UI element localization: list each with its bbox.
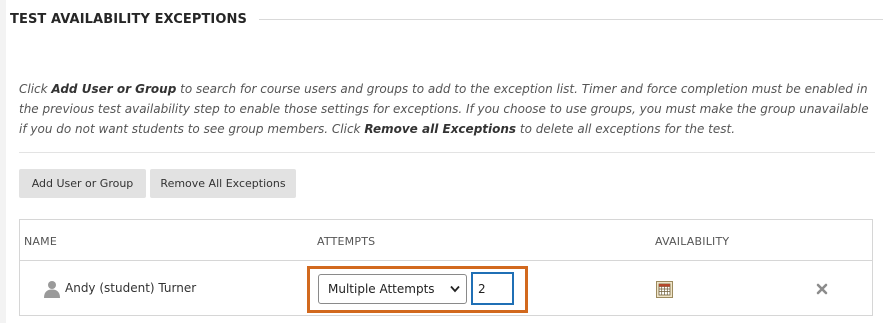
column-header-name: NAME [24,235,57,248]
attempts-count-input[interactable] [471,272,514,305]
remove-all-exceptions-button[interactable]: Remove All Exceptions [150,169,296,198]
exceptions-table: NAME ATTEMPTS AVAILABILITY Andy (student… [19,219,873,316]
attempts-type-value: Multiple Attempts [328,282,435,296]
column-header-attempts: ATTEMPTS [317,235,376,248]
section-title: TEST AVAILABILITY EXCEPTIONS [10,11,247,27]
column-header-availability: AVAILABILITY [655,235,730,248]
section-header: TEST AVAILABILITY EXCEPTIONS [10,9,883,29]
section-divider [258,18,883,20]
divider [19,152,875,153]
attempts-type-select[interactable]: Multiple Attempts [318,274,467,304]
left-gutter [0,0,6,323]
calendar-icon[interactable] [656,281,673,298]
user-name: Andy (student) Turner [65,281,197,295]
instructions-text: Click Add User or Group to search for co… [19,82,869,136]
close-icon[interactable] [816,283,828,295]
add-user-or-group-button[interactable]: Add User or Group [19,169,146,198]
user-icon [44,281,60,298]
row-divider [20,260,872,261]
chevron-down-icon [450,285,460,293]
